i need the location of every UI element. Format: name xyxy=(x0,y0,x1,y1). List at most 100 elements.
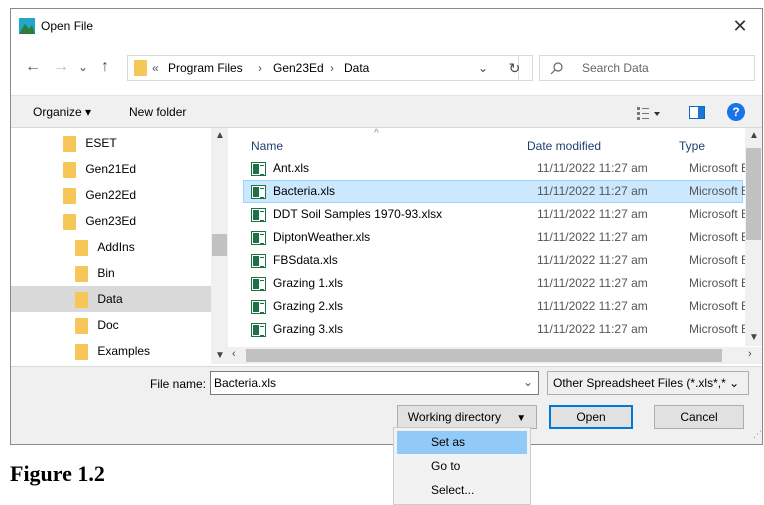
tree-item-examples[interactable]: Examples xyxy=(75,338,150,364)
window-title: Open File xyxy=(41,19,94,33)
file-date: 11/11/2022 11:27 am xyxy=(537,322,648,336)
back-button[interactable]: ← xyxy=(23,57,43,77)
address-dropdown-button[interactable]: ⌄ xyxy=(478,61,488,75)
file-row[interactable]: DDT Soil Samples 1970-93.xlsx 11/11/2022… xyxy=(243,203,761,226)
breadcrumb-gen23ed[interactable]: Gen23Ed xyxy=(273,61,324,75)
file-name: Grazing 2.xls xyxy=(273,299,344,313)
breadcrumb-program-files[interactable]: Program Files xyxy=(168,61,243,75)
tree-item-gen21ed[interactable]: Gen21Ed xyxy=(63,156,136,182)
scroll-up-arrow-icon[interactable]: ▲ xyxy=(749,130,759,141)
folder-icon xyxy=(63,213,76,230)
file-name: DiptonWeather.xls xyxy=(273,230,371,244)
tree-item-label: Data xyxy=(97,292,123,306)
file-date: 11/11/2022 11:27 am xyxy=(537,253,648,267)
up-button[interactable]: ↑ xyxy=(95,57,115,77)
file-type-value: Other Spreadsheet Files (*.xls*,* ⌄ xyxy=(553,376,740,390)
search-box[interactable]: Search Data xyxy=(539,55,755,81)
excel-file-icon xyxy=(251,323,266,337)
menu-item-go-to[interactable]: Go to xyxy=(397,455,527,478)
file-name-label: File name: xyxy=(150,377,207,391)
folder-icon xyxy=(63,187,76,204)
menu-item-select[interactable]: Select... xyxy=(397,479,527,502)
open-button[interactable]: Open xyxy=(549,405,633,429)
breadcrumb-separator[interactable]: › xyxy=(258,61,262,75)
refresh-button[interactable]: ↻ xyxy=(497,55,533,81)
help-button[interactable]: ? xyxy=(727,103,745,121)
scroll-down-arrow-icon[interactable]: ▼ xyxy=(215,350,225,361)
tree-item-eset[interactable]: ESET xyxy=(63,130,117,156)
tree-scrollbar-thumb[interactable] xyxy=(212,234,227,256)
excel-file-icon xyxy=(251,254,266,268)
tree-item-data[interactable]: Data xyxy=(75,286,123,312)
recent-locations-button[interactable]: ⌄ xyxy=(73,57,93,77)
navigation-bar: ← → ⌄ ↑ « Program Files › Gen23Ed › Data… xyxy=(11,43,762,95)
scroll-left-arrow-icon[interactable]: ‹ xyxy=(232,348,236,360)
file-row[interactable]: DiptonWeather.xls 11/11/2022 11:27 am Mi… xyxy=(243,226,761,249)
new-folder-button[interactable]: New folder xyxy=(129,105,186,119)
address-bar[interactable]: « Program Files › Gen23Ed › Data ⌄ xyxy=(127,55,519,81)
tree-item-label: Bin xyxy=(97,266,115,280)
scroll-down-arrow-icon[interactable]: ▼ xyxy=(749,332,759,343)
open-file-dialog: Open File ✕ ← → ⌄ ↑ « Program Files › Ge… xyxy=(10,8,763,445)
dropdown-arrow-icon: ▼ xyxy=(516,413,527,424)
excel-file-icon xyxy=(251,277,266,291)
menu-item-set-as[interactable]: Set as xyxy=(397,431,527,454)
tree-item-label: Examples xyxy=(97,344,151,358)
column-header-date[interactable]: Date modified xyxy=(527,139,601,153)
excel-file-icon xyxy=(251,231,266,245)
file-row[interactable]: Grazing 2.xls 11/11/2022 11:27 am Micros… xyxy=(243,295,761,318)
tree-item-gen22ed[interactable]: Gen22Ed xyxy=(63,182,136,208)
folder-icon xyxy=(75,343,88,360)
chevron-down-icon[interactable]: ⌄ xyxy=(523,375,533,389)
toolbar: Organize ▾ New folder ? xyxy=(11,95,762,128)
horizontal-scrollbar-thumb[interactable] xyxy=(246,349,722,362)
forward-button[interactable]: → xyxy=(51,57,71,77)
file-name: FBSdata.xls xyxy=(273,253,338,267)
organize-button[interactable]: Organize ▾ xyxy=(33,105,91,119)
tree-item-label: Gen23Ed xyxy=(85,214,137,228)
file-list-scrollbar[interactable]: ▲ ▼ xyxy=(745,128,762,346)
navigation-pane: ESET Gen21Ed Gen22Ed Gen23Ed AddIns Bin xyxy=(11,128,211,360)
browser-panes: ESET Gen21Ed Gen22Ed Gen23Ed AddIns Bin xyxy=(11,127,762,367)
file-list-scrollbar-thumb[interactable] xyxy=(746,148,761,240)
breadcrumb-separator[interactable]: › xyxy=(330,61,334,75)
tree-item-addins[interactable]: AddIns xyxy=(75,234,135,260)
folder-icon xyxy=(75,265,88,282)
folder-icon xyxy=(75,317,88,334)
folder-icon xyxy=(134,60,147,76)
column-header-type[interactable]: Type xyxy=(679,139,705,153)
tree-item-bin[interactable]: Bin xyxy=(75,260,115,286)
file-row[interactable]: Ant.xls 11/11/2022 11:27 am Microsoft Ex xyxy=(243,157,761,180)
file-date: 11/11/2022 11:27 am xyxy=(537,161,648,175)
tree-item-label: Doc xyxy=(97,318,119,332)
file-name: DDT Soil Samples 1970-93.xlsx xyxy=(273,207,443,221)
scroll-right-arrow-icon[interactable]: › xyxy=(748,348,752,360)
close-button[interactable]: ✕ xyxy=(726,13,754,39)
file-list-horizontal-scrollbar[interactable]: ‹ › xyxy=(228,347,762,364)
scroll-up-arrow-icon[interactable]: ▲ xyxy=(215,130,225,141)
tree-scrollbar[interactable]: ▲ ▼ xyxy=(211,128,228,364)
breadcrumb-overflow[interactable]: « xyxy=(152,61,159,75)
file-row[interactable]: Grazing 1.xls 11/11/2022 11:27 am Micros… xyxy=(243,272,761,295)
column-header-name[interactable]: Name xyxy=(251,139,283,153)
resize-grip-icon[interactable]: ⋰ xyxy=(753,429,762,440)
working-directory-button[interactable]: Working directory ▼ xyxy=(397,405,537,429)
file-row[interactable]: Grazing 3.xls 11/11/2022 11:27 am Micros… xyxy=(243,318,761,341)
file-name-input[interactable]: Bacteria.xls ⌄ xyxy=(210,371,539,395)
file-row[interactable]: FBSdata.xls 11/11/2022 11:27 am Microsof… xyxy=(243,249,761,272)
file-type-select[interactable]: Other Spreadsheet Files (*.xls*,* ⌄ xyxy=(547,371,749,395)
preview-pane-icon[interactable] xyxy=(689,106,705,119)
working-directory-label: Working directory xyxy=(407,410,501,424)
file-date: 11/11/2022 11:27 am xyxy=(537,184,648,198)
file-name: Bacteria.xls xyxy=(273,184,336,198)
view-options-icon[interactable] xyxy=(637,106,661,120)
breadcrumb-data[interactable]: Data xyxy=(344,61,369,75)
tree-item-doc[interactable]: Doc xyxy=(75,312,119,338)
folder-icon xyxy=(63,135,76,152)
title-bar: Open File ✕ xyxy=(11,9,762,43)
tree-item-label: Gen21Ed xyxy=(85,162,137,176)
cancel-button[interactable]: Cancel xyxy=(654,405,744,429)
file-row[interactable]: Bacteria.xls 11/11/2022 11:27 am Microso… xyxy=(243,180,761,203)
search-placeholder: Search Data xyxy=(582,61,649,75)
tree-item-gen23ed[interactable]: Gen23Ed xyxy=(63,208,136,234)
